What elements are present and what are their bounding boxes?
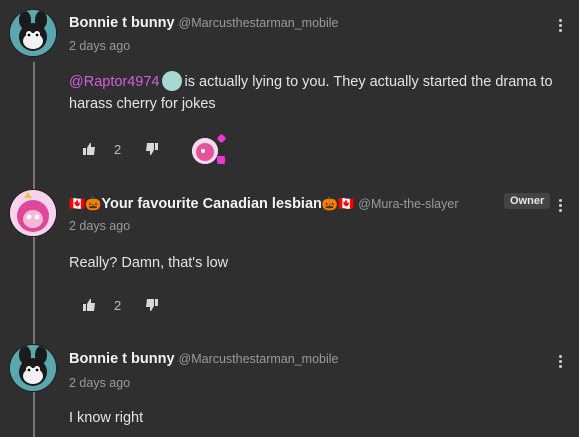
- thumbs-up-icon: [83, 299, 95, 311]
- thumbs-down-icon: [146, 299, 159, 311]
- canada-flag-icon: 🇨🇦: [69, 197, 86, 212]
- pumpkin-icon: 🎃: [321, 197, 339, 212]
- comment-actions: 2: [80, 296, 161, 314]
- more-options-icon[interactable]: [557, 353, 563, 370]
- canada-flag-icon: 🇨🇦: [338, 197, 355, 212]
- pumpkin-icon: 🎃: [85, 197, 102, 212]
- like-count: 2: [114, 141, 122, 157]
- author-handle[interactable]: @Mura-the-slayer: [358, 197, 458, 211]
- author-name-text: Bonnie t bunny: [69, 351, 175, 367]
- author-name-text: Bonnie t bunny: [69, 15, 175, 31]
- author-name[interactable]: Bonnie t bunny @Marcusthestarman_mobile: [69, 15, 339, 31]
- pink-character-avatar-icon: [192, 138, 218, 164]
- pink-haired-character-avatar-icon: [10, 190, 56, 236]
- timestamp: 2 days ago: [69, 39, 131, 53]
- author-name[interactable]: 🇨🇦🎃Your favourite Canadian lesbian🎃🇨🇦 @Mu…: [69, 196, 458, 212]
- avatar[interactable]: [10, 190, 56, 236]
- timestamp: 2 days ago: [69, 219, 131, 233]
- mention-avatar-icon: [161, 71, 182, 91]
- more-options-icon[interactable]: [557, 197, 563, 214]
- avatar[interactable]: [10, 10, 56, 56]
- user-mention-link[interactable]: @Raptor4974: [69, 74, 160, 90]
- avatar[interactable]: [10, 345, 56, 391]
- like-button[interactable]: [80, 140, 98, 158]
- like-button[interactable]: [80, 296, 98, 314]
- author-handle[interactable]: @Marcusthestarman_mobile: [179, 352, 339, 366]
- author-name[interactable]: Bonnie t bunny @Marcusthestarman_mobile: [69, 351, 339, 367]
- like-count: 2: [114, 297, 122, 313]
- comment-actions: 2: [80, 140, 161, 158]
- dislike-button[interactable]: [143, 140, 161, 158]
- thumbs-down-icon: [146, 143, 159, 155]
- comment-text: @Raptor4974 is actually lying to you. The…: [69, 71, 569, 115]
- comment-text: I know right: [69, 410, 144, 426]
- dislike-button[interactable]: [143, 296, 161, 314]
- thumbs-up-icon: [83, 143, 95, 155]
- reaction-badge-icon: [217, 156, 225, 164]
- cartoon-rabbit-avatar-icon: [10, 10, 56, 56]
- cartoon-rabbit-avatar-icon: [10, 345, 56, 391]
- heart-icon: [216, 133, 227, 144]
- more-options-icon[interactable]: [557, 17, 563, 34]
- reaction-avatar[interactable]: [192, 138, 218, 164]
- author-handle[interactable]: @Marcusthestarman_mobile: [179, 16, 339, 30]
- comment-text: Really? Damn, that's low: [69, 255, 229, 271]
- timestamp: 2 days ago: [69, 376, 131, 390]
- owner-badge: Owner: [504, 193, 551, 209]
- author-name-text: Your favourite Canadian lesbian: [101, 196, 322, 212]
